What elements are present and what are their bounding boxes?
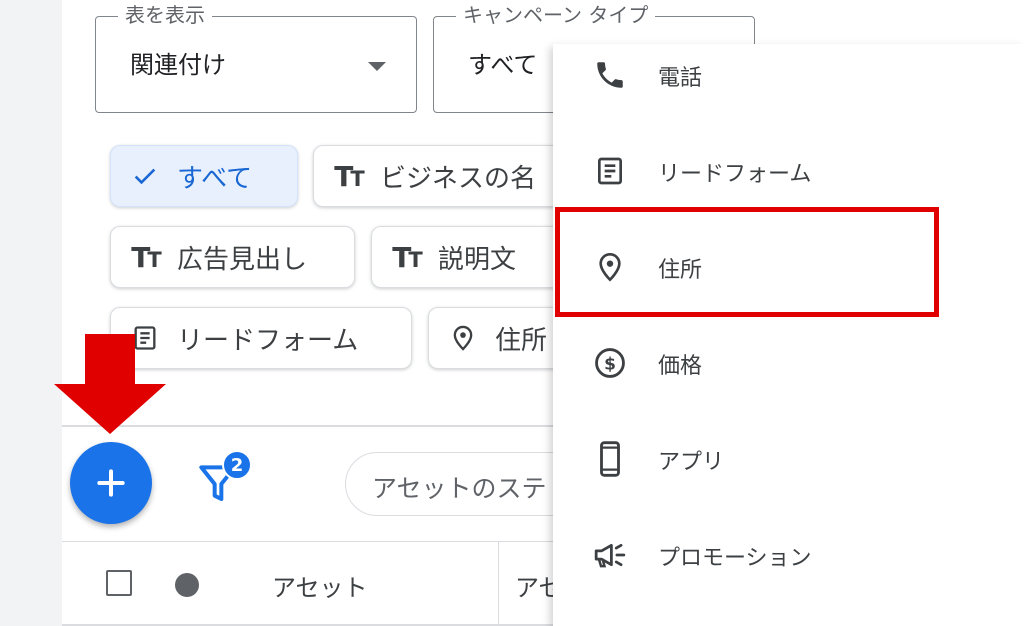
chip-label: 説明文: [438, 244, 517, 275]
svg-text:$: $: [604, 354, 616, 374]
menu-item-label: プロモーション: [658, 546, 812, 571]
text-tt-icon: TT: [334, 159, 365, 193]
chip-label: 住所: [495, 325, 548, 356]
check-icon: [129, 160, 161, 192]
select-all-checkbox[interactable]: [106, 570, 132, 596]
add-button[interactable]: [70, 442, 152, 524]
chip-label: すべて: [177, 163, 253, 194]
dropdown-arrow-icon: [368, 62, 386, 71]
chip-label: 広告見出し: [177, 244, 308, 275]
view-select-legend: 表を表示: [118, 3, 212, 27]
annotation-highlight-box: [555, 207, 939, 317]
menu-item-label: アプリ: [658, 450, 725, 475]
menu-item-promotion[interactable]: プロモーション: [553, 506, 1024, 602]
text-tt-icon: TT: [392, 240, 423, 274]
chip-label: リードフォーム: [177, 325, 359, 356]
megaphone-icon: [591, 536, 629, 574]
price-dollar-icon: $: [591, 344, 629, 382]
form-icon: [591, 152, 629, 190]
menu-item-lead-form[interactable]: リードフォーム: [553, 122, 1024, 218]
chip-business-name[interactable]: TT ビジネスの名: [313, 145, 573, 207]
chip-label: ビジネスの名: [380, 163, 537, 194]
plus-icon: [97, 469, 125, 497]
menu-item-label: 価格: [658, 354, 703, 379]
column-header-asset[interactable]: アセット: [272, 568, 368, 603]
menu-item-label: リードフォーム: [658, 162, 812, 187]
view-select-value: 関連付け: [130, 51, 226, 79]
asset-type-menu: 電話 リードフォーム 住所 $ 価格 アプリ プロモーション: [553, 44, 1024, 626]
menu-item-price[interactable]: $ 価格: [553, 314, 1024, 410]
menu-item-app[interactable]: アプリ: [553, 410, 1024, 506]
location-pin-icon: [447, 322, 479, 354]
view-select[interactable]: 表を表示 関連付け: [95, 3, 417, 113]
campaign-type-legend: キャンペーン タイプ: [456, 3, 656, 27]
menu-item-label: 電話: [658, 66, 703, 91]
text-tt-icon: TT: [131, 240, 162, 274]
filter-count-badge: 2: [222, 450, 252, 480]
mobile-phone-icon: [591, 440, 629, 478]
chip-all[interactable]: すべて: [110, 145, 298, 207]
phone-icon: [591, 56, 629, 94]
search-placeholder: アセットのステ: [372, 474, 547, 503]
left-gutter: [0, 0, 62, 626]
annotation-down-arrow-icon: [54, 334, 166, 438]
chip-description[interactable]: TT 説明文: [371, 226, 571, 288]
menu-item-phone[interactable]: 電話: [553, 26, 1024, 122]
status-dot-icon: [175, 573, 199, 597]
table-column-divider: [498, 541, 499, 626]
campaign-type-value: すべて: [468, 51, 538, 79]
chip-headline[interactable]: TT 広告見出し: [110, 226, 355, 288]
